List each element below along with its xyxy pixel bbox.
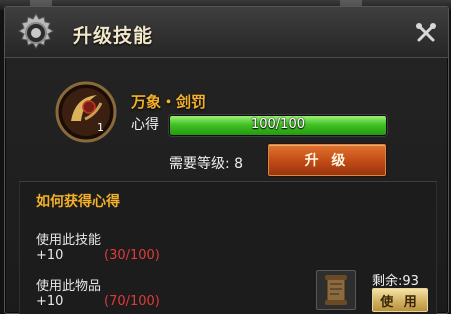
source-progress: (30/100) [104,248,160,263]
required-level-value: 8 [234,156,244,172]
xp-progress-bar: 100/100 [169,115,387,136]
upgrade-button[interactable]: 升 级 [268,144,386,176]
source-name: 使用此技能 [36,233,102,248]
skill-level-badge: 1 [97,121,104,134]
source-gain: +10 [36,248,64,263]
source-progress: (70/100) [104,294,160,309]
gear-icon [15,12,57,54]
upgrade-skill-panel: 升级技能 1 万象・剑罚 心得 100/100 需要等级: 8 升 级 如何获得… [4,6,449,314]
xp-label: 心得 [131,117,159,133]
item-slot[interactable] [316,270,356,310]
how-to-get-title: 如何获得心得 [36,194,120,210]
close-button[interactable] [412,19,440,47]
skill-icon: 1 [55,81,117,143]
use-item-button[interactable]: 使 用 [372,288,428,312]
panel-title: 升级技能 [73,25,154,47]
source-name: 使用此物品 [36,279,102,294]
item-remaining: 剩余:93 [372,274,419,289]
xp-progress-text: 100/100 [250,117,305,132]
scroll-item-icon [325,275,347,305]
source-gain: +10 [36,294,64,309]
crossed-tools-icon [416,23,436,42]
required-level-label: 需要等级: [169,156,230,172]
required-level: 需要等级: 8 [169,153,243,173]
panel-header: 升级技能 [5,7,448,58]
how-to-get-section: 如何获得心得 使用此技能 +10 (30/100) 使用此物品 +10 (70/… [19,181,437,314]
skill-name: 万象・剑罚 [131,93,207,111]
